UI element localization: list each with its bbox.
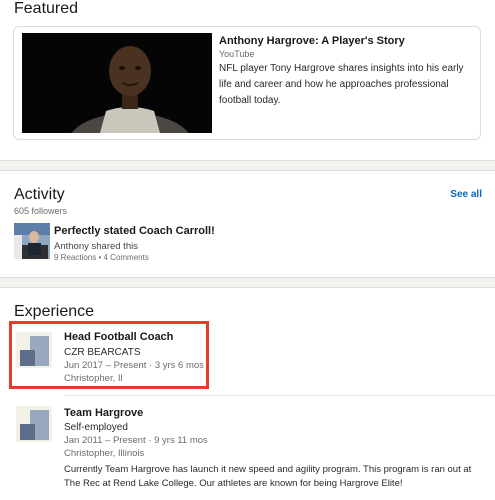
- company-logo-icon[interactable]: [16, 406, 52, 442]
- experience-role[interactable]: Team Hargrove: [64, 407, 143, 419]
- experience-description: Currently Team Hargrove has launch it ne…: [64, 464, 472, 489]
- activity-post-thumbnail[interactable]: [14, 223, 50, 259]
- experience-heading: Experience: [14, 303, 95, 320]
- experience-divider: [64, 395, 495, 396]
- featured-section: Featured Anthony Hargrove: A Player's St…: [0, 0, 495, 161]
- activity-section: Activity See all 605 followers Perfectly…: [0, 170, 495, 278]
- experience-role[interactable]: Head Football Coach: [64, 331, 173, 343]
- activity-post-title[interactable]: Perfectly stated Coach Carroll!: [54, 225, 215, 237]
- featured-video-thumbnail[interactable]: [22, 33, 212, 133]
- featured-item-source: YouTube: [219, 49, 255, 59]
- activity-post-stats[interactable]: 9 Reactions • 4 Comments: [54, 253, 149, 262]
- activity-post-shared-by: Anthony shared this: [54, 241, 138, 252]
- experience-company: Self-employed: [64, 422, 128, 433]
- experience-location: Christopher, Il: [64, 373, 123, 384]
- featured-item-title[interactable]: Anthony Hargrove: A Player's Story: [219, 35, 405, 47]
- see-all-activity-link[interactable]: See all: [450, 189, 482, 200]
- video-person-image: [22, 33, 212, 133]
- coach-photo-image: [14, 223, 50, 259]
- activity-heading: Activity: [14, 186, 65, 203]
- followers-count: 605 followers: [14, 206, 68, 216]
- experience-location: Christopher, Illinois: [64, 448, 145, 459]
- experience-section: Experience Head Football Coach CZR BEARC…: [0, 287, 495, 500]
- featured-item-card[interactable]: Anthony Hargrove: A Player's Story YouTu…: [13, 26, 481, 140]
- experience-dates: Jan 2011 – Present · 9 yrs 11 mos: [64, 435, 208, 446]
- company-logo-icon[interactable]: [16, 332, 52, 368]
- featured-item-description: NFL player Tony Hargrove shares insights…: [219, 63, 464, 106]
- experience-dates: Jun 2017 – Present · 3 yrs 6 mos: [64, 360, 204, 371]
- featured-heading: Featured: [14, 0, 79, 17]
- experience-company: CZR BEARCATS: [64, 347, 141, 358]
